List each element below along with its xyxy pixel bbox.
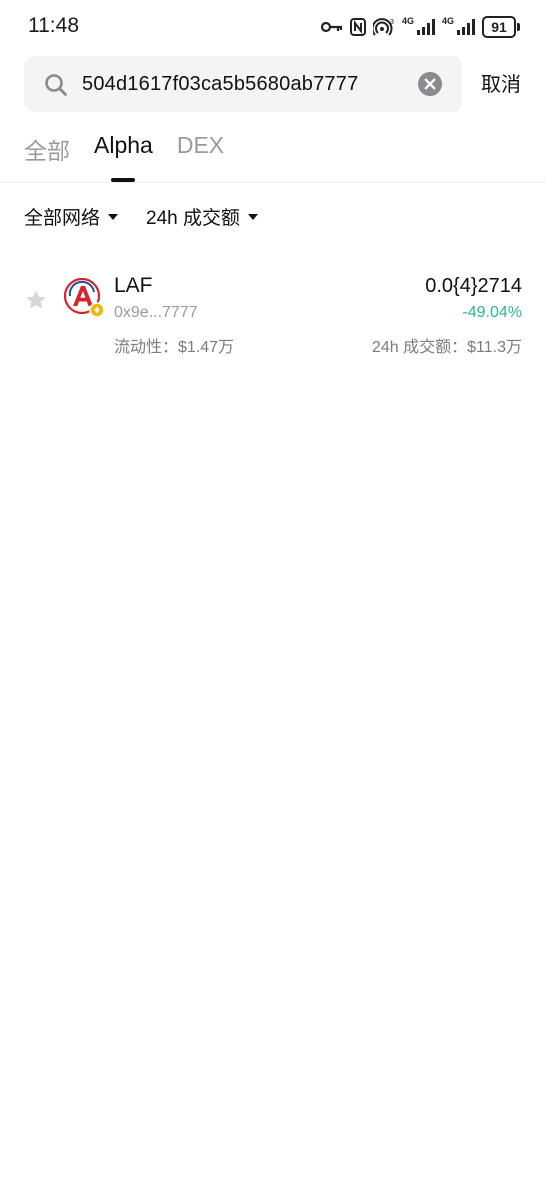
filter-bar: 全部网络 24h 成交额 [24,203,258,230]
battery-level: 91 [482,16,516,38]
category-tabs: 全部 Alpha DEX [24,132,224,182]
network-type-b: 4G [441,16,454,26]
tab-alpha[interactable]: Alpha [94,132,153,182]
token-price-change: -49.04% [462,304,522,321]
favorite-star-icon[interactable] [24,288,48,317]
signal-icon-2 [457,19,475,35]
token-price: 0.0{4}2714 [425,275,522,297]
caret-down-icon [248,213,258,220]
token-address: 0x9e...7777 [114,304,198,321]
token-volume: 24h 成交额：$11.3万 [372,339,522,356]
network-filter[interactable]: 全部网络 [24,203,119,230]
tab-all-label: 全部 [24,138,70,164]
tab-alpha-label: Alpha [94,132,153,158]
clear-search-icon[interactable] [418,72,442,101]
tab-all[interactable]: 全部 [24,132,70,182]
network-filter-label: 全部网络 [24,208,101,229]
sort-filter[interactable]: 24h 成交额 [146,203,258,230]
tab-dex[interactable]: DEX [177,132,224,182]
status-bar: 11:48 3 4G 4G 91 [0,0,546,56]
search-box[interactable] [24,56,462,112]
search-icon [44,73,68,102]
caret-down-icon [108,213,119,220]
svg-text:3: 3 [390,19,394,26]
cancel-button[interactable]: 取消 [481,68,521,97]
hotspot-icon: 3 [372,18,395,36]
token-liquidity: 流动性：$1.47万 [114,339,235,356]
search-input[interactable] [82,56,412,112]
token-name: LAF [114,274,153,297]
key-icon [320,20,343,34]
token-logo-icon [63,277,105,318]
nfc-icon [349,18,366,36]
sort-filter-label: 24h 成交额 [146,208,240,229]
battery-icon: 91 [482,16,520,38]
token-list-item[interactable]: LAF 0x9e...7777 流动性：$1.47万 0.0{4}2714 -4… [0,258,546,368]
status-time: 11:48 [28,14,79,37]
tabs-divider [0,182,546,183]
status-icons: 3 4G 4G 91 [320,14,520,40]
network-type-a: 4G [401,16,414,26]
tab-dex-label: DEX [176,132,225,158]
signal-icon [416,19,435,35]
